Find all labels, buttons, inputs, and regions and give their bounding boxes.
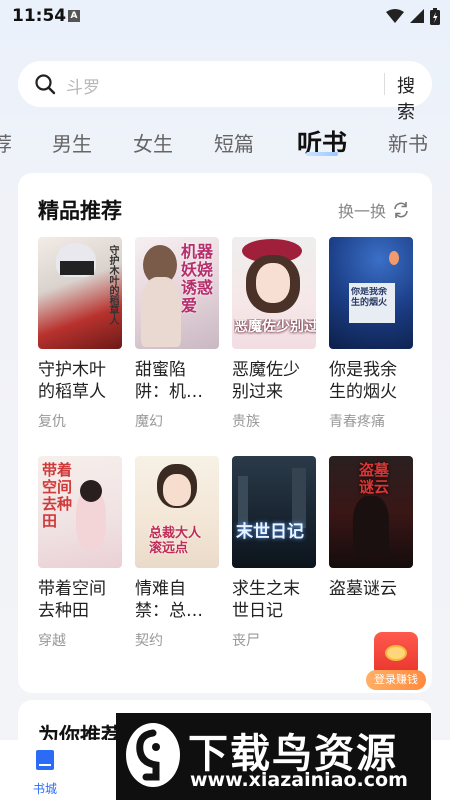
book-tag: 贵族 bbox=[232, 414, 260, 430]
book-cover[interactable]: 总裁大人滚远点 bbox=[135, 456, 219, 568]
watermark-banner: 下载鸟资源 www.xiazainiao.com bbox=[116, 713, 431, 800]
book-tag: 丧尸 bbox=[232, 633, 260, 649]
status-icons bbox=[386, 7, 440, 25]
login-reward-button[interactable]: 登录赚钱 bbox=[366, 632, 426, 690]
book-title: 盗墓谜云 bbox=[329, 579, 397, 599]
tab-recommend[interactable]: 荐 bbox=[0, 128, 12, 157]
book-cover[interactable]: 守护木叶的稻草人 bbox=[38, 237, 122, 349]
book-title: 带着空间去种田 bbox=[38, 579, 106, 621]
book-cover[interactable]: 末世日记 bbox=[232, 456, 316, 568]
search-input[interactable]: 斗罗 bbox=[66, 73, 100, 98]
active-tab-indicator bbox=[306, 152, 338, 156]
refresh-button[interactable]: 换一换 bbox=[338, 198, 410, 222]
search-icon bbox=[35, 74, 56, 95]
cover-title: 盗墓谜云 bbox=[359, 461, 390, 496]
tab-male[interactable]: 男生 bbox=[52, 128, 92, 157]
book-item[interactable]: 末世日记 求生之末世日记 丧尸 bbox=[232, 456, 316, 650]
cover-title: 恶魔佐少别过来 bbox=[234, 319, 316, 335]
nav-bookstore-label: 书城 bbox=[32, 782, 57, 796]
bookstore-icon bbox=[36, 750, 54, 770]
book-title: 情难自禁：总… bbox=[135, 579, 203, 621]
battery-icon bbox=[430, 7, 440, 25]
book-item[interactable]: 机器妖娆诱惑爱 甜蜜陷阱：机… 魔幻 bbox=[135, 237, 219, 431]
book-tag: 魔幻 bbox=[135, 414, 163, 430]
book-tag: 青春疼痛 bbox=[329, 414, 385, 430]
book-item[interactable]: 带着空间去种田 带着空间去种田 穿越 bbox=[38, 456, 122, 650]
book-tag: 穿越 bbox=[38, 633, 66, 649]
book-title: 你是我余生的烟火 bbox=[329, 360, 397, 402]
category-tabs: 荐 男生 女生 短篇 听书 新书 bbox=[0, 122, 450, 162]
book-title: 守护木叶的稻草人 bbox=[38, 360, 106, 402]
featured-section: 精品推荐 换一换 守护木叶的稻草人 守护木叶的稻草人 复仇 机器妖娆诱惑爱 甜蜜… bbox=[18, 173, 432, 693]
watermark-url: www.xiazainiao.com bbox=[190, 769, 408, 791]
book-cover[interactable]: 你是我余生的烟火 bbox=[329, 237, 413, 349]
search-divider bbox=[384, 73, 385, 95]
refresh-icon bbox=[394, 202, 408, 218]
book-tag: 契约 bbox=[135, 633, 163, 649]
book-item[interactable]: 盗墓谜云 盗墓谜云 bbox=[329, 456, 413, 630]
book-item[interactable]: 你是我余生的烟火 你是我余生的烟火 青春疼痛 bbox=[329, 237, 413, 431]
cover-title: 总裁大人滚远点 bbox=[149, 526, 202, 556]
tab-short[interactable]: 短篇 bbox=[214, 128, 254, 157]
book-cover[interactable]: 机器妖娆诱惑爱 bbox=[135, 237, 219, 349]
section-title: 精品推荐 bbox=[38, 199, 122, 223]
status-time: 11:54 bbox=[12, 6, 67, 26]
notification-icon: A bbox=[68, 10, 80, 22]
book-title: 甜蜜陷阱：机… bbox=[135, 360, 203, 402]
book-tag: 复仇 bbox=[38, 414, 66, 430]
refresh-label: 换一换 bbox=[338, 202, 387, 221]
cover-title: 你是我余生的烟火 bbox=[351, 287, 388, 308]
book-item[interactable]: 恶魔佐少别过来 恶魔佐少别过来 贵族 bbox=[232, 237, 316, 431]
book-item[interactable]: 总裁大人滚远点 情难自禁：总… 契约 bbox=[135, 456, 219, 650]
coin-icon bbox=[385, 645, 407, 661]
search-button[interactable]: 搜索 bbox=[397, 72, 432, 124]
wifi-icon bbox=[386, 9, 404, 23]
book-cover[interactable]: 盗墓谜云 bbox=[329, 456, 413, 568]
book-title: 求生之末世日记 bbox=[232, 579, 300, 621]
cover-title: 守护木叶的稻草人 bbox=[107, 245, 118, 325]
bird-logo bbox=[126, 723, 180, 787]
nav-bookstore[interactable]: 书城 bbox=[30, 748, 60, 797]
cover-title: 带着空间去种田 bbox=[42, 462, 72, 530]
login-reward-label: 登录赚钱 bbox=[366, 670, 426, 690]
book-title: 恶魔佐少别过来 bbox=[232, 360, 300, 402]
status-bar: 11:54 A bbox=[0, 0, 450, 32]
tab-female[interactable]: 女生 bbox=[133, 128, 173, 157]
book-cover[interactable]: 恶魔佐少别过来 bbox=[232, 237, 316, 349]
search-bar[interactable]: 斗罗 搜索 bbox=[18, 61, 432, 123]
tab-new-books[interactable]: 新书 bbox=[388, 128, 428, 157]
cover-title: 末世日记 bbox=[236, 522, 304, 542]
book-cover[interactable]: 带着空间去种田 bbox=[38, 456, 122, 568]
book-item[interactable]: 守护木叶的稻草人 守护木叶的稻草人 复仇 bbox=[38, 237, 122, 431]
cover-title: 机器妖娆诱惑爱 bbox=[181, 242, 214, 315]
signal-icon bbox=[410, 9, 424, 23]
